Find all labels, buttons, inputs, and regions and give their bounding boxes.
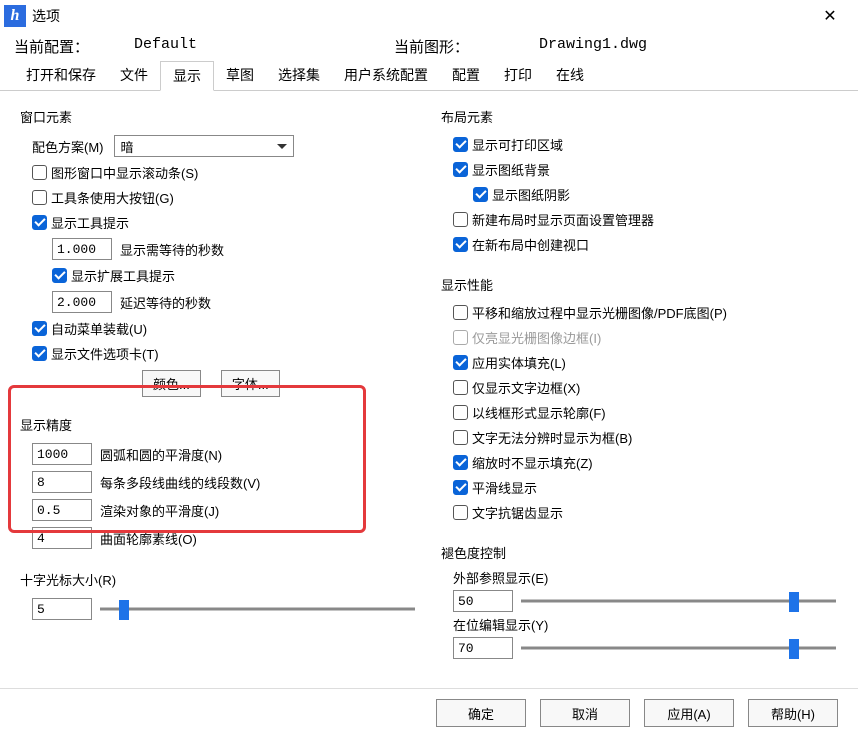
current-config-label: 当前配置： <box>14 36 134 57</box>
polyline-seg-label: 每条多段线曲线的线段数(V) <box>100 473 260 492</box>
color-button[interactable]: 颜色... <box>142 370 201 397</box>
config-row: 当前配置： Default 当前图形： Drawing1.dwg <box>0 32 858 61</box>
tab-online[interactable]: 在线 <box>544 61 596 90</box>
text-frame-only-label: 仅显示文字边框(X) <box>472 378 580 397</box>
dialog-title: 选项 <box>32 6 60 26</box>
font-button[interactable]: 字体... <box>221 370 280 397</box>
tab-profiles[interactable]: 配置 <box>440 61 492 90</box>
xref-label: 外部参照显示(E) <box>433 568 846 587</box>
tab-files[interactable]: 文件 <box>108 61 160 90</box>
large-buttons-label: 工具条使用大按钮(G) <box>51 188 174 207</box>
tab-bar: 打开和保存 文件 显示 草图 选择集 用户系统配置 配置 打印 在线 <box>0 61 858 91</box>
apply-button[interactable]: 应用(A) <box>644 699 734 727</box>
inplace-input[interactable] <box>453 637 513 659</box>
highlight-raster-frame-label: 仅亮显光栅图像边框(I) <box>472 328 601 347</box>
text-frame-only-checkbox[interactable] <box>453 380 468 395</box>
title-bar: h 选项 ✕ <box>0 0 858 32</box>
create-viewport-checkbox[interactable] <box>453 237 468 252</box>
dialog-footer: 确定 取消 应用(A) 帮助(H) <box>0 688 858 737</box>
render-smooth-input[interactable] <box>32 499 92 521</box>
show-print-area-checkbox[interactable] <box>453 137 468 152</box>
render-smooth-label: 渲染对象的平滑度(J) <box>100 501 219 520</box>
show-tooltips-label: 显示工具提示 <box>51 213 129 232</box>
tab-display[interactable]: 显示 <box>160 61 214 91</box>
smooth-line-label: 平滑线显示 <box>472 478 537 497</box>
auto-menu-load-checkbox[interactable] <box>32 321 47 336</box>
fade-control-title: 褪色度控制 <box>433 541 846 568</box>
current-drawing-label: 当前图形： <box>394 36 539 57</box>
app-icon: h <box>4 5 26 27</box>
crosshair-slider[interactable] <box>100 598 415 620</box>
contour-input[interactable] <box>32 527 92 549</box>
smooth-line-checkbox[interactable] <box>453 480 468 495</box>
large-buttons-checkbox[interactable] <box>32 190 47 205</box>
crosshair-input[interactable] <box>32 598 92 620</box>
color-scheme-label: 配色方案(M) <box>32 137 104 156</box>
xref-input[interactable] <box>453 590 513 612</box>
inplace-label: 在位编辑显示(Y) <box>433 615 846 634</box>
arc-smooth-input[interactable] <box>32 443 92 465</box>
tab-drafting[interactable]: 草图 <box>214 61 266 90</box>
text-as-box-label: 文字无法分辨时显示为框(B) <box>472 428 632 447</box>
ok-button[interactable]: 确定 <box>436 699 526 727</box>
current-drawing-value: Drawing1.dwg <box>539 36 647 57</box>
ext-tooltip-delay-label: 延迟等待的秒数 <box>120 293 211 312</box>
no-fill-zoom-label: 缩放时不显示填充(Z) <box>472 453 593 472</box>
right-column: 布局元素 显示可打印区域 显示图纸背景 显示图纸阴影 新建布局时显示页面设置管理… <box>433 103 846 676</box>
close-icon[interactable]: ✕ <box>810 6 850 26</box>
wireframe-silhouette-checkbox[interactable] <box>453 405 468 420</box>
apply-solid-fill-checkbox[interactable] <box>453 355 468 370</box>
crosshair-title: 十字光标大小(R) <box>12 568 425 595</box>
tab-selection[interactable]: 选择集 <box>266 61 332 90</box>
wireframe-silhouette-label: 以线框形式显示轮廓(F) <box>472 403 606 422</box>
apply-solid-fill-label: 应用实体填充(L) <box>472 353 566 372</box>
tab-print[interactable]: 打印 <box>492 61 544 90</box>
show-paper-shadow-checkbox[interactable] <box>473 187 488 202</box>
text-as-box-checkbox[interactable] <box>453 430 468 445</box>
cancel-button[interactable]: 取消 <box>540 699 630 727</box>
text-antialias-checkbox[interactable] <box>453 505 468 520</box>
left-column: 窗口元素 配色方案(M) 暗 图形窗口中显示滚动条(S) 工具条使用大按钮(G)… <box>12 103 425 676</box>
tab-open-save[interactable]: 打开和保存 <box>14 61 108 90</box>
display-performance-title: 显示性能 <box>433 273 846 300</box>
ext-tooltips-label: 显示扩展工具提示 <box>71 266 175 285</box>
polyline-seg-input[interactable] <box>32 471 92 493</box>
pan-zoom-raster-label: 平移和缩放过程中显示光栅图像/PDF底图(P) <box>472 303 727 322</box>
show-paper-bg-label: 显示图纸背景 <box>472 160 550 179</box>
current-config-value: Default <box>134 36 394 57</box>
arc-smooth-label: 圆弧和圆的平滑度(N) <box>100 445 222 464</box>
show-tooltips-checkbox[interactable] <box>32 215 47 230</box>
layout-elements-title: 布局元素 <box>433 105 846 132</box>
display-precision-title: 显示精度 <box>12 413 425 440</box>
highlight-raster-frame-checkbox <box>453 330 468 345</box>
auto-menu-load-label: 自动菜单装载(U) <box>51 319 147 338</box>
xref-slider[interactable] <box>521 590 836 612</box>
show-scrollbars-checkbox[interactable] <box>32 165 47 180</box>
show-scrollbars-label: 图形窗口中显示滚动条(S) <box>51 163 198 182</box>
ext-tooltips-checkbox[interactable] <box>52 268 67 283</box>
show-file-tabs-label: 显示文件选项卡(T) <box>51 344 159 363</box>
show-paper-shadow-label: 显示图纸阴影 <box>492 185 570 204</box>
text-antialias-label: 文字抗锯齿显示 <box>472 503 563 522</box>
tab-user-prefs[interactable]: 用户系统配置 <box>332 61 440 90</box>
show-page-setup-checkbox[interactable] <box>453 212 468 227</box>
inplace-slider[interactable] <box>521 637 836 659</box>
no-fill-zoom-checkbox[interactable] <box>453 455 468 470</box>
tooltip-delay-label: 显示需等待的秒数 <box>120 240 224 259</box>
contour-label: 曲面轮廓素线(O) <box>100 529 197 548</box>
window-elements-title: 窗口元素 <box>12 105 425 132</box>
pan-zoom-raster-checkbox[interactable] <box>453 305 468 320</box>
show-paper-bg-checkbox[interactable] <box>453 162 468 177</box>
help-button[interactable]: 帮助(H) <box>748 699 838 727</box>
show-print-area-label: 显示可打印区域 <box>472 135 563 154</box>
tooltip-delay-input[interactable] <box>52 238 112 260</box>
create-viewport-label: 在新布局中创建视口 <box>472 235 589 254</box>
ext-tooltip-delay-input[interactable] <box>52 291 112 313</box>
show-file-tabs-checkbox[interactable] <box>32 346 47 361</box>
color-scheme-combo[interactable]: 暗 <box>114 135 294 157</box>
show-page-setup-label: 新建布局时显示页面设置管理器 <box>472 210 654 229</box>
